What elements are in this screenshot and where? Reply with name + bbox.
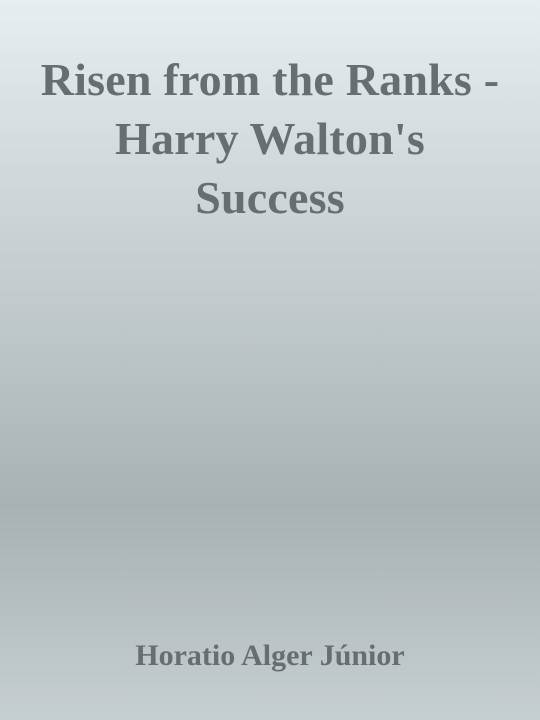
book-author: Horatio Alger Júnior [135, 639, 405, 672]
book-cover: Risen from the Ranks - Harry Walton's Su… [0, 0, 540, 720]
book-title: Risen from the Ranks - Harry Walton's Su… [40, 54, 500, 223]
